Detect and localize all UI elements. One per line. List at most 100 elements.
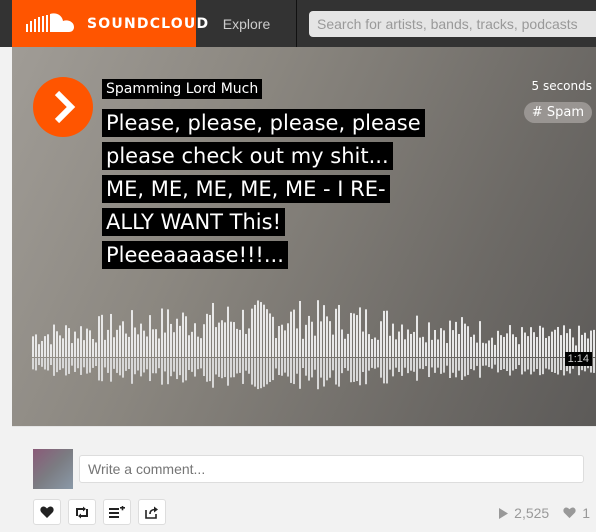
waveform-bar: [452, 330, 454, 357]
waveform-reflection-bar: [128, 358, 130, 370]
waveform-reflection-bar: [350, 358, 352, 383]
waveform-reflection-bar: [395, 358, 397, 368]
waveform-bar: [257, 300, 259, 357]
waveform-reflection-bar: [464, 358, 466, 377]
soundcloud-logo[interactable]: SOUNDCLOUD: [12, 0, 208, 47]
comment-input[interactable]: [79, 455, 584, 483]
waveform-reflection-bar: [293, 358, 295, 385]
waveform-bar: [542, 327, 544, 357]
waveform-reflection-bar: [35, 358, 37, 371]
genre-tag[interactable]: # Spam: [523, 102, 592, 123]
share-button[interactable]: [138, 499, 166, 525]
waveform-bar: [497, 330, 499, 357]
waveform-bar: [434, 329, 436, 357]
waveform-bar: [179, 325, 181, 357]
waveform-reflection-bar: [296, 358, 298, 374]
waveform-reflection-bar: [554, 358, 556, 373]
waveform-bar: [224, 322, 226, 357]
waveform-bar: [158, 338, 160, 357]
waveform-bar: [377, 339, 379, 357]
waveform-reflection-bar: [98, 358, 100, 381]
waveform-bar: [422, 336, 424, 357]
search-input[interactable]: Search for artists, bands, tracks, podca…: [309, 11, 596, 37]
waveform-bar: [341, 329, 343, 357]
waveform-bar: [170, 323, 172, 357]
waveform-bar: [536, 337, 538, 357]
waveform-reflection-bar: [200, 358, 202, 369]
add-to-playlist-button[interactable]: [103, 499, 131, 525]
waveform-bar: [287, 323, 289, 357]
waveform-bar: [533, 332, 535, 357]
like-count-heart-icon: [563, 507, 576, 519]
waveform-reflection-bar: [416, 358, 418, 381]
play-button[interactable]: [33, 77, 93, 137]
waveform-bar: [419, 337, 421, 357]
track-hero: Spamming Lord Much Please, please, pleas…: [12, 47, 596, 426]
waveform-reflection-bar: [107, 358, 109, 373]
waveform-bar: [137, 334, 139, 357]
waveform-reflection-bar: [251, 358, 253, 385]
waveform-reflection-bar: [389, 358, 391, 370]
waveform-reflection-bar: [353, 358, 355, 382]
waveform-bar: [512, 334, 514, 357]
waveform-bar: [476, 342, 478, 357]
waveform-reflection-bar: [320, 358, 322, 378]
waveform-bar: [251, 308, 253, 357]
track-username[interactable]: Spamming Lord Much: [102, 79, 263, 99]
heart-icon: [40, 506, 54, 518]
waveform-reflection-bar: [524, 358, 526, 372]
waveform-reflection-bar: [179, 358, 181, 376]
waveform-bar: [392, 323, 394, 357]
waveform-reflection-bar: [560, 358, 562, 371]
waveform-bar: [488, 340, 490, 357]
waveform-bar: [53, 324, 55, 357]
waveform-bar: [350, 312, 352, 357]
like-count[interactable]: 1: [563, 505, 590, 521]
play-count-value: 2,525: [514, 505, 550, 521]
waveform-reflection-bar: [245, 358, 247, 371]
waveform-reflection-bar: [155, 358, 157, 374]
waveform-bar: [212, 302, 214, 357]
waveform-reflection-bar: [500, 358, 502, 371]
waveform-reflection-bar: [461, 358, 463, 380]
waveform-reflection-bar: [104, 358, 106, 368]
waveform-reflection-bar: [356, 358, 358, 382]
repost-button[interactable]: [68, 499, 96, 525]
waveform-bar: [239, 329, 241, 357]
waveform-reflection-bar: [149, 358, 151, 382]
waveform-reflection-bar: [101, 358, 103, 382]
waveform-bar: [362, 331, 364, 357]
waveform-bar: [551, 331, 553, 357]
waveform-bar: [167, 309, 169, 357]
waveform-reflection-bar: [68, 358, 70, 374]
waveform-bar: [530, 327, 532, 357]
waveform-reflection-bar: [419, 358, 421, 369]
waveform-reflection-bar: [437, 358, 439, 368]
waveform-reflection-bar: [347, 358, 349, 371]
waveform-reflection-bar: [182, 358, 184, 383]
waveform-bar: [437, 339, 439, 357]
waveform-bar: [74, 331, 76, 357]
nav-explore[interactable]: Explore: [197, 0, 297, 47]
waveform-reflection-bar: [512, 358, 514, 371]
waveform-bar: [161, 308, 163, 357]
waveform-bar: [266, 309, 268, 357]
waveform-bar: [371, 339, 373, 357]
waveform-reflection-bar: [230, 358, 232, 378]
waveform-reflection-bar: [494, 358, 496, 365]
waveform-reflection-bar: [521, 358, 523, 375]
waveform-bar: [89, 330, 91, 357]
waveform-bar: [200, 338, 202, 357]
waveform-bar: [245, 333, 247, 357]
waveform-bar: [56, 331, 58, 357]
waveform[interactable]: [32, 287, 596, 399]
waveform-bar: [197, 336, 199, 357]
waveform-bar: [482, 342, 484, 357]
posted-time: 5 seconds: [531, 79, 593, 93]
waveform-bar: [335, 308, 337, 357]
like-button[interactable]: [33, 499, 61, 525]
waveform-reflection-bar: [299, 358, 301, 389]
waveform-bar: [491, 337, 493, 357]
waveform-reflection-bar: [329, 358, 331, 378]
waveform-reflection-bar: [239, 358, 241, 373]
